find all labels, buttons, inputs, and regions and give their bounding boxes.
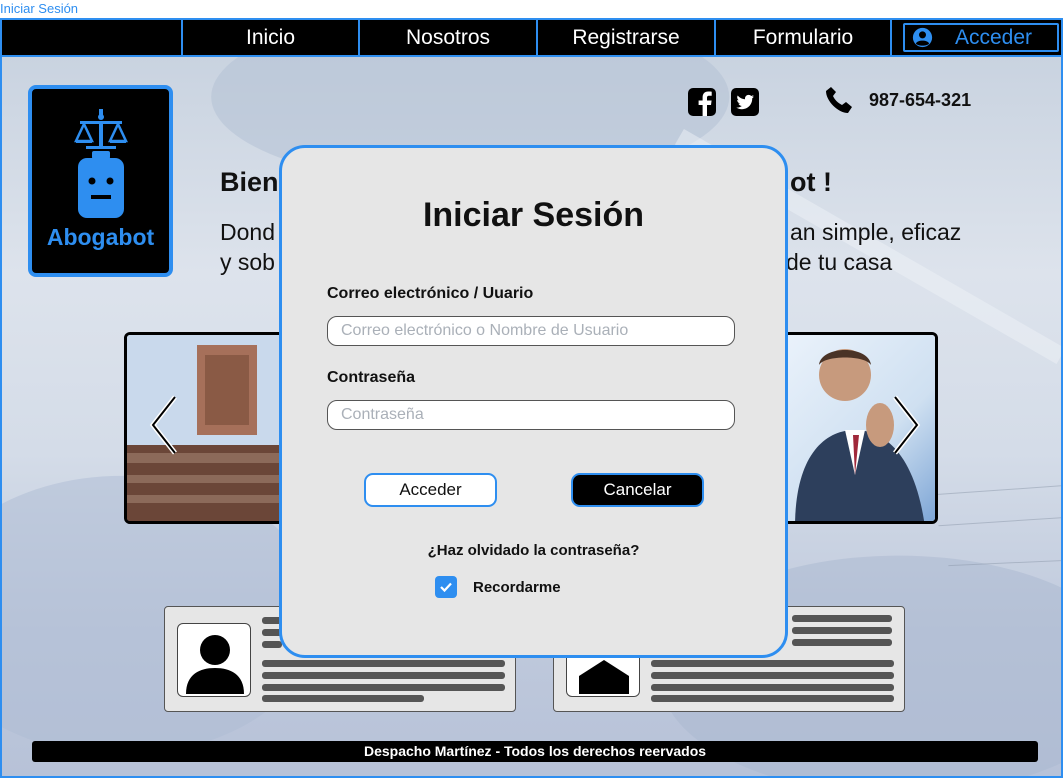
contact-phone: 987-654-321 bbox=[869, 90, 972, 110]
remember-me-row: Recordarme bbox=[435, 576, 561, 598]
login-modal: Iniciar Sesión Correo electrónico / Uuar… bbox=[279, 145, 788, 658]
login-submit-button[interactable]: Acceder bbox=[364, 473, 497, 507]
email-label: Correo electrónico / Uuario bbox=[327, 285, 534, 302]
nav-login-label: Acceder bbox=[955, 25, 1033, 49]
remember-label: Recordarme bbox=[473, 578, 561, 596]
text-placeholder-line bbox=[651, 672, 894, 679]
hero-title-right: ot ! bbox=[790, 167, 832, 197]
nav-item-inicio[interactable]: Inicio bbox=[183, 20, 360, 55]
avatar bbox=[177, 623, 251, 697]
twitter-icon[interactable] bbox=[730, 87, 760, 117]
email-field[interactable] bbox=[327, 316, 735, 346]
window-title: Iniciar Sesión bbox=[0, 1, 79, 16]
hero-title-left: Bien bbox=[220, 167, 279, 197]
user-icon bbox=[186, 635, 244, 694]
text-placeholder-line bbox=[651, 684, 894, 691]
text-placeholder-line bbox=[651, 695, 894, 702]
brand-logo[interactable]: Abogabot bbox=[28, 85, 173, 277]
remember-checkbox[interactable] bbox=[435, 576, 457, 598]
robot-scales-icon bbox=[74, 109, 128, 218]
modal-title: Iniciar Sesión bbox=[422, 196, 645, 234]
nav-item-formulario[interactable]: Formulario bbox=[716, 20, 892, 55]
text-placeholder-line bbox=[262, 660, 505, 667]
text-placeholder-line bbox=[792, 615, 892, 622]
hero-sub-line1-left: Dond bbox=[220, 219, 275, 245]
checkmark-icon bbox=[440, 582, 452, 593]
hero-sub-line2-right: de tu casa bbox=[786, 249, 893, 275]
nav-login-button[interactable]: Acceder bbox=[903, 23, 1059, 52]
cancel-button[interactable]: Cancelar bbox=[571, 473, 704, 507]
password-label: Contraseña bbox=[327, 369, 416, 386]
chevron-right-icon[interactable] bbox=[891, 395, 921, 455]
text-placeholder-line bbox=[651, 660, 894, 667]
phone-icon bbox=[826, 87, 852, 113]
facebook-icon[interactable] bbox=[687, 87, 717, 117]
brand-name: Abogabot bbox=[46, 224, 155, 250]
text-placeholder-line bbox=[262, 684, 505, 691]
top-navbar: Inicio Nosotros Registrarse Formulario A… bbox=[0, 18, 1063, 57]
chevron-left-icon[interactable] bbox=[149, 395, 179, 455]
hero-sub-line1-right: an simple, eficaz bbox=[790, 219, 962, 245]
text-placeholder-line bbox=[792, 627, 892, 634]
hero-sub-line2-left: y sob bbox=[220, 249, 275, 275]
text-placeholder-line bbox=[792, 639, 892, 646]
text-placeholder-line bbox=[262, 672, 505, 679]
nav-item-nosotros[interactable]: Nosotros bbox=[360, 20, 538, 55]
nav-item-registrarse[interactable]: Registrarse bbox=[538, 20, 716, 55]
text-placeholder-line bbox=[262, 695, 424, 702]
page-footer: Despacho Martínez - Todos los derechos r… bbox=[32, 741, 1038, 762]
user-circle-icon bbox=[912, 27, 933, 48]
nav-spacer bbox=[2, 20, 183, 55]
text-placeholder-line bbox=[262, 641, 282, 648]
password-field[interactable] bbox=[327, 400, 735, 430]
forgot-password-link[interactable]: ¿Haz olvidado la contraseña? bbox=[282, 542, 785, 559]
